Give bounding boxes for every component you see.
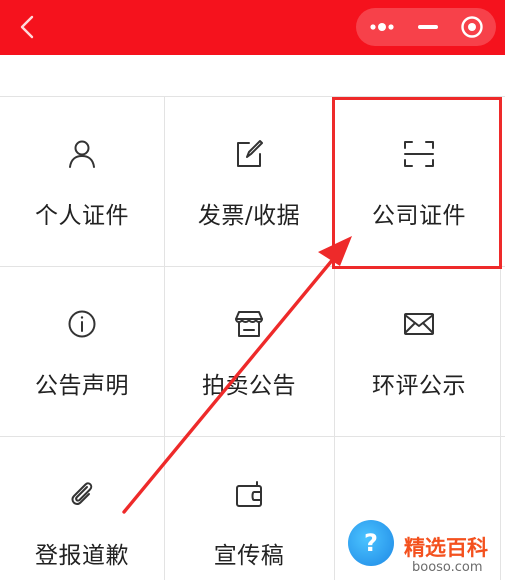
annotation-arrow (122, 236, 352, 514)
watermark-badge: ? (348, 520, 394, 566)
screen: 个人证件 发票/收据 公司证件 公告声明 拍卖公告 环评公示 登报道歉 宣传稿 … (0, 0, 505, 580)
watermark: ? 精选百科 booso.com (340, 512, 505, 580)
watermark-logo: 精选百科 (404, 536, 488, 560)
watermark-url: booso.com (412, 560, 483, 575)
